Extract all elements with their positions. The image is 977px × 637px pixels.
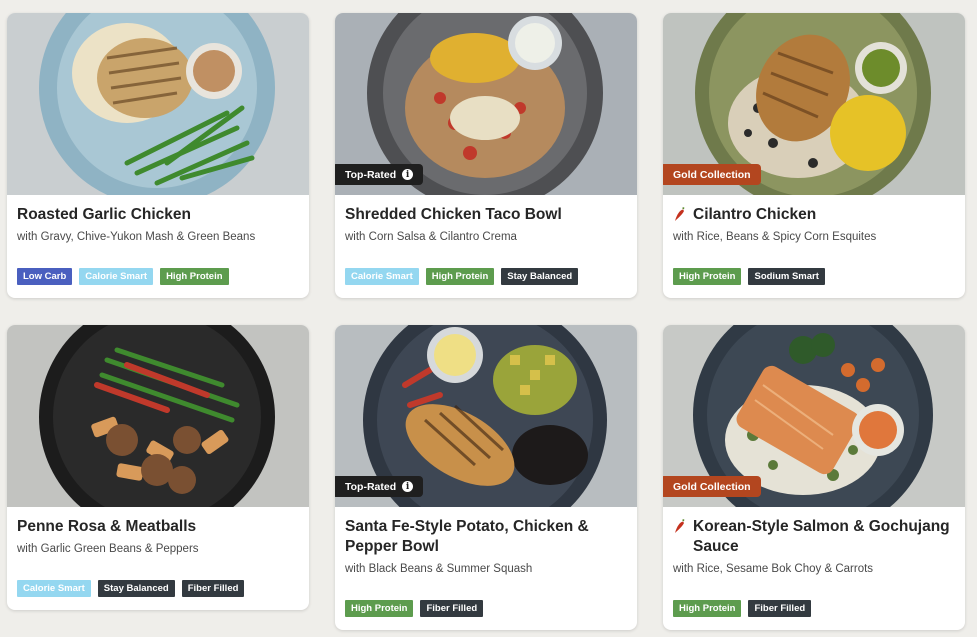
tag-stay-balanced: Stay Balanced [97,580,175,597]
info-icon[interactable]: i [402,481,414,492]
meal-card-santa-fe-bowl[interactable]: Top-Rated i Santa Fe-Style Potato, Chick… [335,325,637,630]
meal-subtitle: with Corn Salsa & Cilantro Crema [345,231,517,243]
meal-tags: Calorie Smart Stay Balanced Fiber Filled [17,580,245,597]
meal-card-roasted-garlic-chicken[interactable]: Roasted Garlic Chicken with Gravy, Chive… [7,13,309,298]
meal-photo: Top-Rated i [335,325,637,507]
tag-calorie-smart: Calorie Smart [345,268,419,285]
tag-calorie-smart: Calorie Smart [17,580,91,597]
meal-subtitle: with Gravy, Chive-Yukon Mash & Green Bea… [17,231,256,243]
meal-title: Shredded Chicken Taco Bowl [345,206,562,223]
meal-title: Cilantro Chicken [673,205,955,225]
meal-title: Santa Fe-Style Potato, Chicken & Pepper … [345,518,589,555]
tag-high-protein: High Protein [673,268,742,285]
tag-high-protein: High Protein [345,600,414,617]
tag-high-protein: High Protein [425,268,495,285]
meal-title: Roasted Garlic Chicken [17,206,192,223]
tag-fiber-filled: Fiber Filled [748,600,812,617]
meal-card-korean-salmon[interactable]: Gold Collection Korean-Style Salmon & Go… [663,325,965,630]
tag-high-protein: High Protein [673,600,742,617]
meal-subtitle: with Garlic Green Beans & Peppers [17,543,199,555]
info-icon[interactable]: i [402,169,414,180]
top-rated-badge[interactable]: Top-Rated i [335,164,424,185]
meal-tags: Calorie Smart High Protein Stay Balanced [345,268,579,285]
meal-title: Korean-Style Salmon & Gochujang Sauce [673,517,955,557]
gold-collection-badge: Gold Collection [663,476,761,497]
meal-grid: Roasted Garlic Chicken with Gravy, Chive… [0,0,977,637]
meal-photo [7,325,309,507]
meal-title: Penne Rosa & Meatballs [17,518,197,535]
tag-stay-balanced: Stay Balanced [501,268,579,285]
meal-tags: Low Carb Calorie Smart High Protein [17,268,229,285]
meal-photo [7,13,309,195]
tag-fiber-filled: Fiber Filled [420,600,484,617]
meal-card-cilantro-chicken[interactable]: Gold Collection Cilantro Chicken with Ri… [663,13,965,298]
meal-photo: Gold Collection [663,13,965,195]
tag-low-carb: Low Carb [17,268,73,285]
meal-photo: Gold Collection [663,325,965,507]
tag-high-protein: High Protein [160,268,229,285]
meal-subtitle: with Rice, Beans & Spicy Corn Esquites [673,231,877,243]
meal-tags: High Protein Fiber Filled [345,600,484,617]
gold-collection-badge: Gold Collection [663,164,761,185]
meal-tags: High Protein Sodium Smart [673,268,825,285]
tag-calorie-smart: Calorie Smart [79,268,154,285]
meal-photo: Top-Rated i [335,13,637,195]
meal-card-shredded-chicken-taco-bowl[interactable]: Top-Rated i Shredded Chicken Taco Bowl w… [335,13,637,298]
meal-tags: High Protein Fiber Filled [673,600,812,617]
chili-pepper-icon [675,207,685,221]
top-rated-badge[interactable]: Top-Rated i [335,476,424,497]
tag-fiber-filled: Fiber Filled [181,580,245,597]
meal-subtitle: with Black Beans & Summer Squash [345,563,533,575]
chili-pepper-icon [675,519,685,533]
meal-subtitle: with Rice, Sesame Bok Choy & Carrots [673,563,874,575]
tag-sodium-smart: Sodium Smart [748,268,825,285]
meal-card-penne-rosa-meatballs[interactable]: Penne Rosa & Meatballs with Garlic Green… [7,325,309,610]
